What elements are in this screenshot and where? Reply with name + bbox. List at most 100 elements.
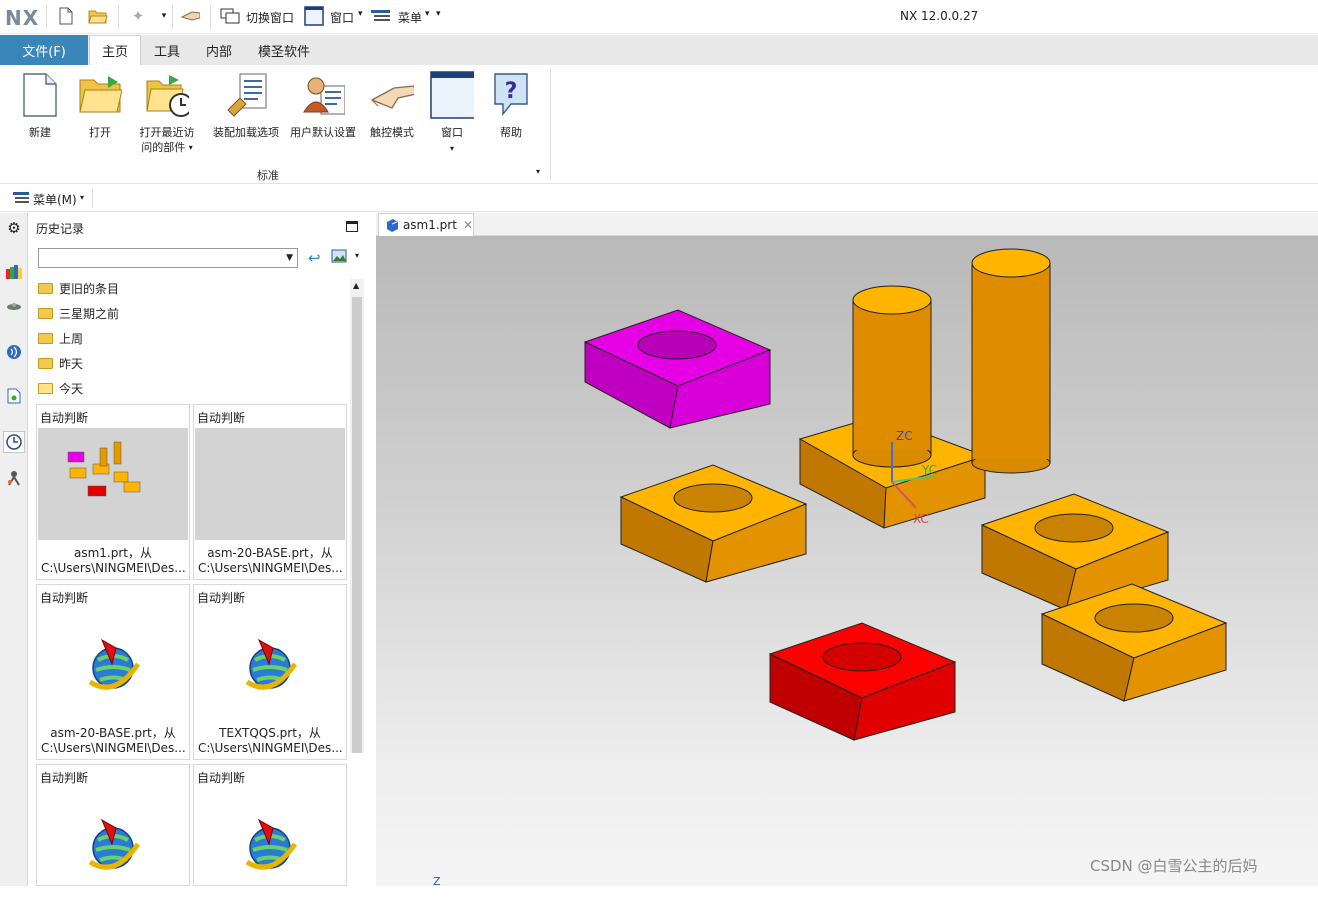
menu-bar: 菜单(M) ▾: [0, 185, 1318, 212]
left-orange-block: [619, 464, 808, 583]
nx-logo: NX: [5, 6, 40, 30]
chevron-down-icon[interactable]: ▾: [425, 9, 430, 19]
new-file-icon[interactable]: [56, 6, 76, 26]
viewport-tab-bar: asm1.prt ✕: [376, 213, 1318, 236]
window-icon: [430, 71, 474, 119]
history-filter-dropdown[interactable]: ▼: [38, 248, 298, 268]
tab-asm1-prt[interactable]: asm1.prt ✕: [378, 213, 474, 236]
tab-internal[interactable]: 内部: [194, 35, 244, 65]
touch-mode-icon[interactable]: [180, 6, 200, 26]
open-button[interactable]: 打开: [70, 71, 130, 140]
history-folder-older[interactable]: 更旧的条目: [38, 276, 119, 301]
window-button[interactable]: 窗口 ▾: [422, 71, 482, 156]
user-defaults-label: 用户默认设置: [290, 126, 356, 139]
menu-label[interactable]: 菜单: [398, 9, 422, 26]
ribbon-tab-bar: 文件(F) 主页 工具 内部 模圣软件: [0, 35, 1318, 65]
history-card[interactable]: 自动判断 asm1.prt，从 C:\Users\NINGMEI\Des...: [36, 404, 190, 580]
cylinder-left: [852, 285, 932, 468]
history-card[interactable]: 自动判断 TEXTQQS.prt，从 C:\Users\NINGMEI\Des.…: [193, 584, 347, 760]
recent-parts-button[interactable]: 打开最近访 问的部件 ▾: [134, 71, 200, 155]
card-file-path: C:\Users\NINGMEI\Des...: [198, 561, 343, 575]
scrollbar-thumb[interactable]: [352, 297, 362, 753]
group-expand-icon[interactable]: ▾: [536, 167, 540, 176]
gear-icon[interactable]: ⚙: [4, 217, 24, 239]
divider: [172, 5, 173, 29]
menu-icon[interactable]: [370, 6, 390, 26]
chevron-down-icon: ▼: [286, 253, 293, 263]
card-file-name: asm1.prt，从: [73, 546, 152, 560]
history-folder-three-weeks[interactable]: 三星期之前: [38, 301, 119, 326]
divider: [118, 5, 119, 29]
assembly-load-options-button[interactable]: 装配加载选项: [210, 71, 282, 140]
document-icon[interactable]: [4, 385, 24, 407]
image-view-icon[interactable]: [331, 249, 347, 266]
save-icon[interactable]: ✦: [128, 6, 148, 26]
tab-file[interactable]: 文件(F): [0, 35, 88, 65]
touch-mode-icon: [370, 71, 414, 119]
menu-button[interactable]: 菜单(M): [33, 191, 77, 208]
chevron-down-icon[interactable]: ▾: [80, 193, 84, 202]
help-label: 帮助: [500, 126, 522, 139]
history-clock-icon[interactable]: [3, 431, 25, 453]
folder-label: 昨天: [59, 357, 84, 371]
folder-label: 三星期之前: [59, 307, 120, 321]
touch-mode-button[interactable]: 触控模式: [362, 71, 422, 140]
chevron-down-icon[interactable]: ▾: [450, 144, 454, 153]
chevron-down-icon[interactable]: ▾: [154, 6, 174, 26]
close-icon[interactable]: ✕: [463, 218, 473, 232]
divider: [46, 5, 47, 29]
chevron-down-icon[interactable]: ▾: [355, 251, 359, 260]
cylinder-right: [971, 248, 1051, 474]
refresh-icon[interactable]: ↩: [308, 249, 321, 267]
history-card[interactable]: 自动判断: [36, 764, 190, 886]
new-button[interactable]: 新建: [10, 71, 70, 140]
folder-icon: [38, 308, 53, 319]
open-folder-icon[interactable]: [88, 6, 108, 26]
switch-window-icon[interactable]: [220, 6, 240, 26]
card-file-name: asm-20-BASE.prt，从: [207, 546, 333, 560]
chevron-down-icon[interactable]: ▾: [358, 9, 363, 19]
app-title: NX 12.0.0.27: [900, 9, 979, 23]
tab-mosheng-software[interactable]: 模圣软件: [246, 35, 322, 65]
window-label-text: 窗口: [441, 126, 463, 139]
svg-text:?: ?: [505, 79, 518, 104]
customize-icon[interactable]: ▾: [436, 9, 441, 19]
z-axis-label: Z: [433, 875, 441, 886]
recent-parts-label-line1: 打开最近访: [139, 126, 195, 139]
resource-bar: ⚙: [0, 213, 28, 886]
assembly-load-icon: [224, 71, 268, 119]
part-navigator-icon[interactable]: [4, 261, 24, 283]
history-card[interactable]: 自动判断: [193, 764, 347, 886]
history-scrollbar[interactable]: ▲: [350, 279, 364, 753]
user-defaults-button[interactable]: 用户默认设置: [288, 71, 358, 140]
graphics-window[interactable]: ZC YC XC Z: [376, 236, 1318, 888]
history-folder-yesterday[interactable]: 昨天: [38, 351, 83, 376]
history-card[interactable]: 自动判断 asm-20-BASE.prt，从 C:\Users\NINGMEI\…: [36, 584, 190, 760]
help-button[interactable]: ? 帮助: [481, 71, 541, 140]
red-block: [768, 622, 957, 741]
tab-home[interactable]: 主页: [89, 35, 142, 65]
history-card[interactable]: 自动判断 asm-20-BASE.prt，从 C:\Users\NINGMEI\…: [193, 404, 347, 580]
scroll-up-icon[interactable]: ▲: [353, 281, 359, 290]
menu-icon[interactable]: [12, 191, 30, 208]
card-header: 自动判断: [40, 591, 89, 605]
tab-label: asm1.prt: [402, 218, 457, 232]
folder-open-icon: [38, 383, 53, 394]
card-header: 自动判断: [40, 771, 89, 785]
window-icon[interactable]: [304, 6, 324, 26]
folder-icon: [38, 358, 53, 369]
help-icon: ?: [489, 71, 533, 119]
maximize-icon[interactable]: [346, 221, 358, 232]
history-folder-today[interactable]: 今天: [38, 376, 83, 401]
chevron-down-icon[interactable]: ▾: [189, 143, 193, 152]
tab-tools[interactable]: 工具: [142, 35, 192, 65]
nx-part-icon: [38, 788, 188, 900]
history-folder-last-week[interactable]: 上周: [38, 326, 83, 351]
group-label-standard: 标准: [257, 169, 279, 182]
role-icon[interactable]: [4, 467, 24, 489]
window-label[interactable]: 窗口: [330, 9, 354, 26]
user-defaults-icon: [301, 71, 345, 119]
reuse-library-icon[interactable]: [4, 341, 24, 363]
switch-window-label[interactable]: 切换窗口: [246, 9, 294, 26]
assembly-navigator-icon[interactable]: [4, 295, 24, 317]
